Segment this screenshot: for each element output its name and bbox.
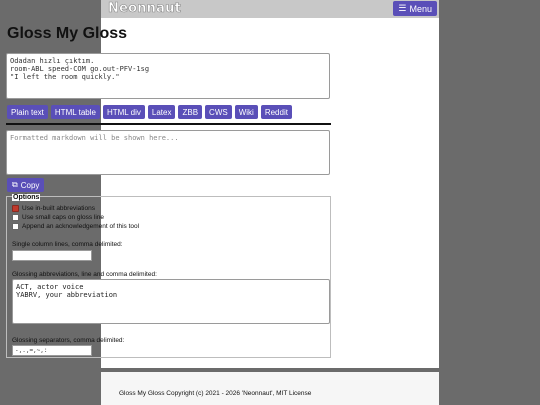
single-column-input[interactable] <box>12 250 92 261</box>
option-inbuilt-abbreviations-label: Use in-built abbreviations <box>22 205 95 212</box>
gloss-input-textarea[interactable]: Odadan hızlı çıktım. room-ABL speed-COM … <box>6 53 330 99</box>
format-button-row: Plain text HTML table HTML div Latex ZBB… <box>7 105 292 119</box>
option-small-caps[interactable]: Use small caps on gloss line <box>12 214 104 221</box>
format-cws-button[interactable]: CWS <box>205 105 232 119</box>
options-legend: Options <box>12 194 41 201</box>
copy-label: Copy <box>20 180 40 190</box>
top-navbar: Neonnaut ☰ Menu <box>101 0 439 18</box>
single-column-label: Single column lines, comma delimited: <box>12 241 123 248</box>
footer: Gloss My Gloss Copyright (c) 2021 - 2026… <box>101 372 439 405</box>
abbreviations-label: Glossing abbreviations, line and comma d… <box>12 271 157 278</box>
option-inbuilt-abbreviations[interactable]: Use in-built abbreviations <box>12 205 95 212</box>
option-acknowledgement-label: Append an acknowledgement of this tool <box>22 223 140 230</box>
format-latex-button[interactable]: Latex <box>147 105 176 119</box>
copy-button[interactable]: ⧉ Copy <box>7 178 45 192</box>
option-small-caps-label: Use small caps on gloss line <box>22 214 105 221</box>
footer-copyright: Gloss My Gloss Copyright (c) 2021 - 2026… <box>119 390 312 397</box>
format-html-table-button[interactable]: HTML table <box>50 105 100 119</box>
page-title: Gloss My Gloss <box>7 25 128 42</box>
separators-input[interactable]: -,.,=,~,: <box>12 345 92 356</box>
format-plain-text-button[interactable]: Plain text <box>7 105 48 119</box>
hamburger-icon: ☰ <box>398 3 407 13</box>
checkbox-unchecked[interactable] <box>12 214 19 221</box>
checkbox-unchecked[interactable] <box>12 223 19 230</box>
option-acknowledgement[interactable]: Append an acknowledgement of this tool <box>12 223 139 230</box>
format-html-div-button[interactable]: HTML div <box>102 105 145 119</box>
copy-icon: ⧉ <box>12 180 18 189</box>
format-reddit-button[interactable]: Reddit <box>260 105 292 119</box>
menu-button[interactable]: ☰ Menu <box>393 1 437 16</box>
formatted-output-textarea[interactable]: Formatted markdown will be shown here... <box>6 130 330 175</box>
section-divider <box>6 123 331 125</box>
checkbox-checked[interactable] <box>12 205 19 212</box>
separators-label: Glossing separators, comma delimited: <box>12 337 125 344</box>
abbreviations-textarea[interactable]: ACT, actor voice YABRV, your abbreviatio… <box>12 279 330 324</box>
options-fieldset: Options Use in-built abbreviations Use s… <box>6 194 331 358</box>
format-zbb-button[interactable]: ZBB <box>178 105 203 119</box>
brand-logo[interactable]: Neonnaut <box>108 1 181 17</box>
format-wiki-button[interactable]: Wiki <box>234 105 258 119</box>
menu-label: Menu <box>409 3 432 14</box>
